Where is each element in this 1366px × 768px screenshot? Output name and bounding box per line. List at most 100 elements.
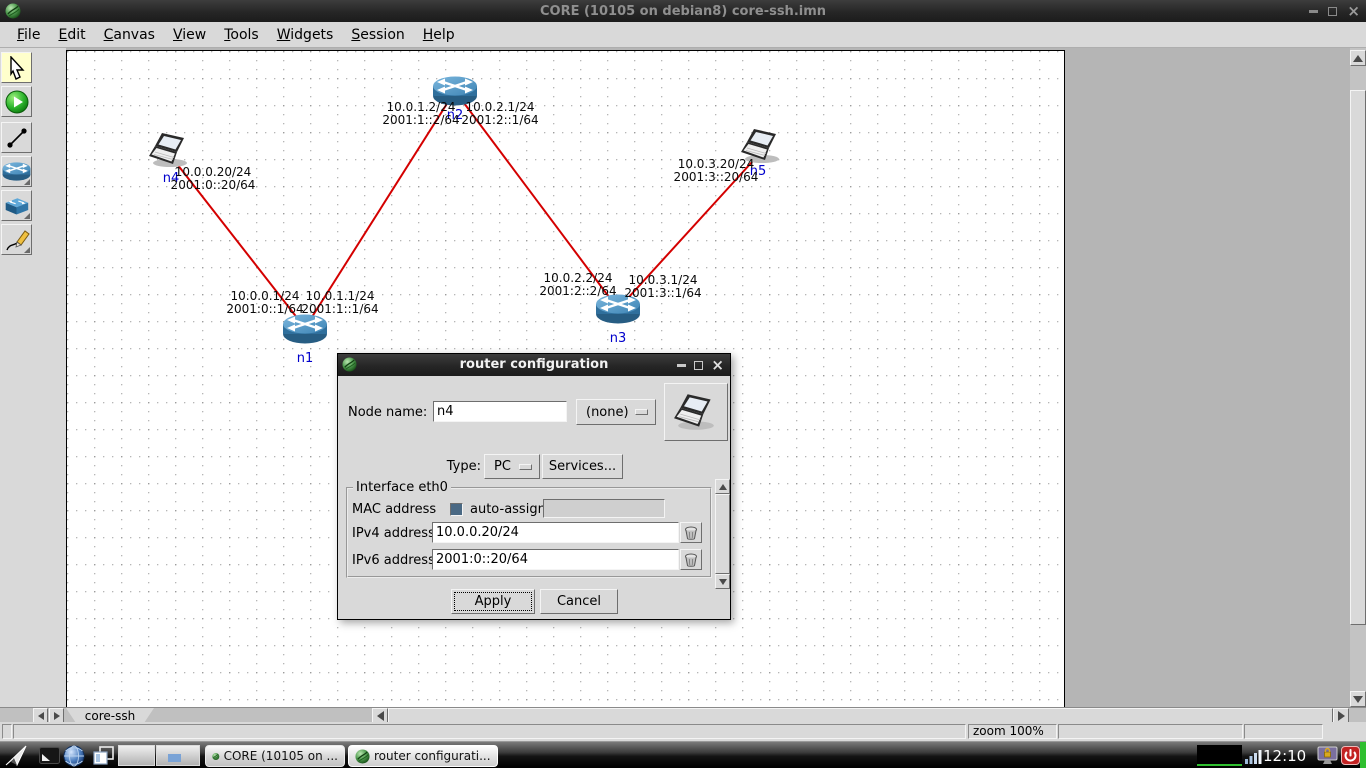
maximize-icon[interactable] — [694, 360, 704, 370]
workspace-2[interactable] — [156, 745, 200, 766]
pages-icon[interactable] — [92, 746, 116, 768]
ipv6-text: 2001:1::1/64 — [301, 302, 379, 316]
ipv6-text: 2001:2::2/64 — [539, 284, 617, 298]
show-desktop-icon[interactable] — [4, 745, 36, 768]
scroll-up-button[interactable] — [715, 479, 730, 494]
scroll-up-button[interactable] — [1350, 50, 1366, 66]
globe-icon[interactable] — [63, 745, 85, 768]
core-icon — [355, 748, 370, 764]
node-label-n1: n1 — [296, 351, 314, 366]
horizontal-scrollbar[interactable] — [372, 708, 1349, 723]
type-dropdown[interactable]: PC — [484, 454, 540, 479]
dialog-titlebar[interactable]: router configuration × — [338, 354, 730, 376]
iface-label: 10.0.2.1/24 2001:2::1/64 — [461, 101, 538, 127]
toolbar — [0, 48, 33, 707]
zoom-level-cell: zoom 100% — [968, 724, 1057, 739]
iface-label: 10.0.3.20/24 2001:3::20/64 — [674, 158, 759, 184]
menu-help[interactable]: Help — [414, 24, 464, 46]
menu-widgets[interactable]: Widgets — [268, 24, 343, 46]
select-tool-button[interactable] — [1, 52, 32, 83]
annotation-tool-button[interactable] — [1, 224, 32, 255]
menu-session[interactable]: Session — [342, 24, 413, 46]
ipv6-text: 2001:1::2/64 — [382, 113, 460, 127]
cancel-button[interactable]: Cancel — [540, 589, 618, 614]
arrow-right-icon — [1337, 710, 1345, 721]
status-message-cell — [13, 724, 966, 739]
dialog-title: router configuration — [459, 357, 609, 372]
desktop: CORE (10105 on debian8) core-ssh.imn × F… — [0, 0, 1366, 768]
hub-tool-button[interactable] — [1, 190, 32, 221]
auto-assign-checkbox[interactable] — [450, 503, 463, 516]
ipv6-address-input[interactable] — [432, 549, 679, 570]
services-button[interactable]: Services... — [542, 454, 623, 479]
iface-label: 10.0.0.1/24 2001:0::1/64 — [226, 290, 303, 316]
taskbar-task-router-config[interactable]: router configurati... — [348, 745, 498, 767]
menu-file[interactable]: File — [8, 24, 49, 46]
vscroll-thumb[interactable] — [1350, 90, 1366, 625]
window-icon[interactable] — [39, 747, 60, 768]
vertical-scrollbar[interactable] — [1350, 48, 1366, 707]
dropdown-indicator-icon — [635, 409, 648, 415]
auto-assign-label: auto-assign — [470, 502, 546, 517]
type-label: Type: — [446, 459, 481, 474]
icon-dropdown[interactable]: (none) — [576, 399, 656, 425]
arrow-up-icon — [1353, 54, 1363, 62]
canvas-tab[interactable]: core-ssh — [66, 708, 154, 723]
ipv4-address-label: IPv4 address — [352, 526, 435, 541]
mac-address-label: MAC address — [352, 502, 437, 517]
core-icon — [212, 752, 220, 760]
arrow-up-icon — [718, 483, 727, 490]
menu-tools[interactable]: Tools — [215, 24, 268, 46]
scroll-thumb[interactable] — [715, 494, 730, 574]
maximize-icon[interactable] — [1328, 6, 1338, 16]
router-node-icon — [281, 313, 329, 345]
ipv6-text: 2001:3::20/64 — [673, 170, 759, 184]
ipv6-text: 2001:3::1/64 — [624, 286, 702, 300]
minimize-icon[interactable] — [677, 363, 687, 367]
ipv4-delete-button[interactable] — [680, 522, 702, 543]
scroll-right-button[interactable] — [1333, 708, 1349, 723]
node-label-n3: n3 — [609, 331, 627, 346]
node-n1[interactable] — [281, 313, 329, 349]
close-icon[interactable]: × — [711, 358, 724, 373]
ipv4-address-input[interactable] — [432, 522, 679, 543]
ipv6-delete-button[interactable] — [680, 549, 702, 570]
arrow-left-icon — [376, 710, 384, 721]
window-titlebar[interactable]: CORE (10105 on debian8) core-ssh.imn × — [0, 0, 1366, 22]
scroll-left-button[interactable] — [372, 708, 388, 723]
submenu-triangle-icon — [24, 213, 30, 219]
taskbar-task-core[interactable]: CORE (10105 on ... — [205, 745, 345, 767]
tab-scroll-left-button[interactable] — [33, 708, 48, 723]
interface-scrollbar[interactable] — [715, 479, 730, 589]
link-tool-button[interactable] — [1, 122, 32, 153]
menu-edit[interactable]: Edit — [49, 24, 94, 46]
hscroll-thumb[interactable] — [388, 708, 1333, 723]
close-icon[interactable]: × — [1347, 4, 1360, 19]
trash-icon — [685, 553, 697, 567]
iface-label: 10.0.2.2/24 2001:2::2/64 — [539, 272, 616, 298]
node-name-input[interactable] — [433, 401, 567, 422]
interface-groupbox: Interface eth0 MAC address auto-assign I… — [346, 480, 712, 578]
tab-scroll-right-button[interactable] — [49, 708, 64, 723]
scroll-down-button[interactable] — [715, 574, 730, 589]
router-tool-button[interactable] — [1, 156, 32, 187]
lock-screen-icon[interactable] — [1316, 746, 1339, 768]
node-icon-button[interactable] — [664, 383, 728, 441]
power-icon[interactable] — [1341, 746, 1360, 768]
arrow-down-icon — [1353, 695, 1363, 703]
menu-canvas[interactable]: Canvas — [95, 24, 164, 46]
icon-dropdown-value: (none) — [586, 404, 629, 420]
workspace-1[interactable] — [118, 745, 155, 766]
scroll-down-button[interactable] — [1350, 691, 1366, 707]
task-label: CORE (10105 on ... — [223, 749, 338, 763]
submenu-triangle-icon — [24, 179, 30, 185]
iface-label: 10.0.1.2/24 2001:1::2/64 — [382, 101, 459, 127]
minimize-icon[interactable] — [1309, 9, 1319, 13]
menubar: File Edit Canvas View Tools Widgets Sess… — [0, 22, 1366, 48]
dropdown-indicator-icon — [519, 463, 532, 470]
apply-button[interactable]: Apply — [451, 589, 535, 614]
node-name-label: Node name: — [348, 405, 428, 420]
menu-view[interactable]: View — [164, 24, 215, 46]
iface-label: 10.0.3.1/24 2001:3::1/64 — [624, 274, 701, 300]
start-session-button[interactable] — [1, 86, 32, 117]
